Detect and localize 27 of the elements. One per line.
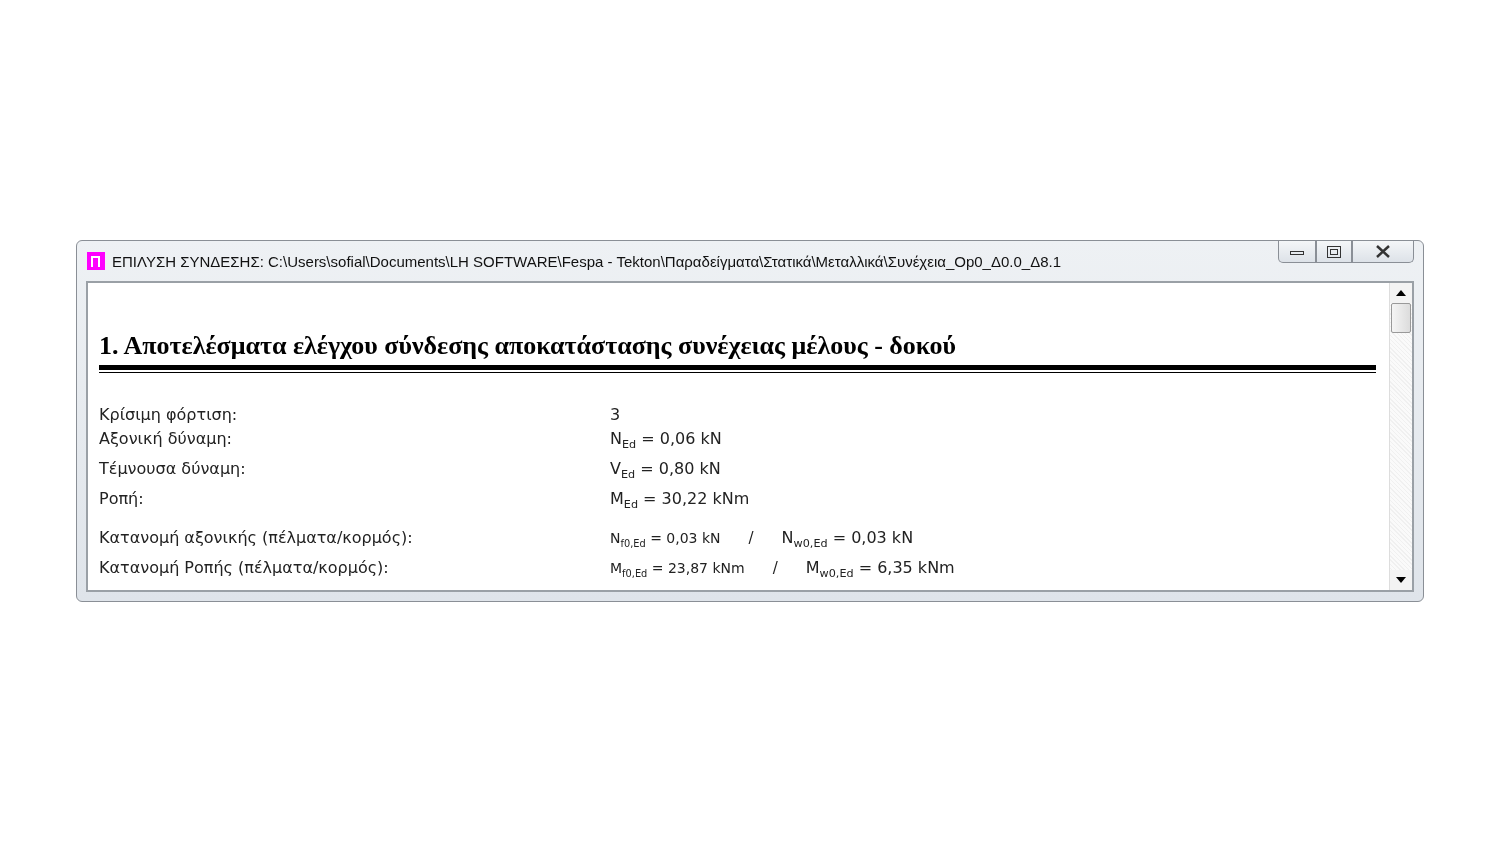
field-label: Ροπή:	[99, 488, 145, 511]
field-value: M$_{Ed}$ = 30,22 kNm	[610, 488, 750, 514]
field-value: N$_{w0,Ed}$ = 0,03 kN	[781, 526, 914, 552]
app-icon	[86, 251, 106, 271]
window-title: ΕΠΙΛΥΣΗ ΣΥΝΔΕΣΗΣ: C:\Users\sofial\Documents\LH SOFTWARE\Fespa - Tekton\Παραδείγματα\Στατικά\Μεταλλικά\Συνέχεια_Op0_Δ0.0_Δ8.1	[112, 252, 1063, 270]
field-value: N$_{f0,Ed}$ = 0,03 kN	[610, 528, 721, 551]
scrollbar[interactable]	[1389, 283, 1412, 590]
separator-text: /	[772, 557, 778, 579]
field-value: M$_{w0,Ed}$ = 6,35 kNm	[805, 556, 955, 582]
close-icon	[1375, 245, 1391, 258]
field-value: V$_{Ed}$ = 0,80 kN	[610, 458, 721, 484]
field-label: Κρίσιμη φόρτιση:	[99, 404, 239, 426]
minimize-button[interactable]	[1278, 241, 1316, 263]
separator-text: /	[748, 527, 754, 549]
field-value: N$_{Ed}$ = 0,06 kN	[610, 428, 722, 454]
scroll-thumb[interactable]	[1391, 303, 1411, 333]
field-value: 3	[610, 404, 621, 426]
field-label: Κατανομή αξονικής (πέλματα/κορμός):	[99, 526, 414, 549]
maximize-icon	[1327, 245, 1341, 258]
maximize-button[interactable]	[1316, 241, 1352, 263]
scroll-down-icon[interactable]	[1396, 577, 1406, 583]
scroll-up-icon[interactable]	[1396, 290, 1406, 296]
field-label: Τέμνουσα δύναμη:	[99, 458, 247, 481]
close-button[interactable]	[1352, 241, 1414, 263]
field-label: Κατανομή Ροπής (πέλματα/κορμός):	[99, 556, 390, 579]
field-value: M$_{f0,Ed}$ = 23,87 kNm	[610, 558, 745, 581]
field-label: Αξονική δύναμη:	[99, 428, 233, 450]
